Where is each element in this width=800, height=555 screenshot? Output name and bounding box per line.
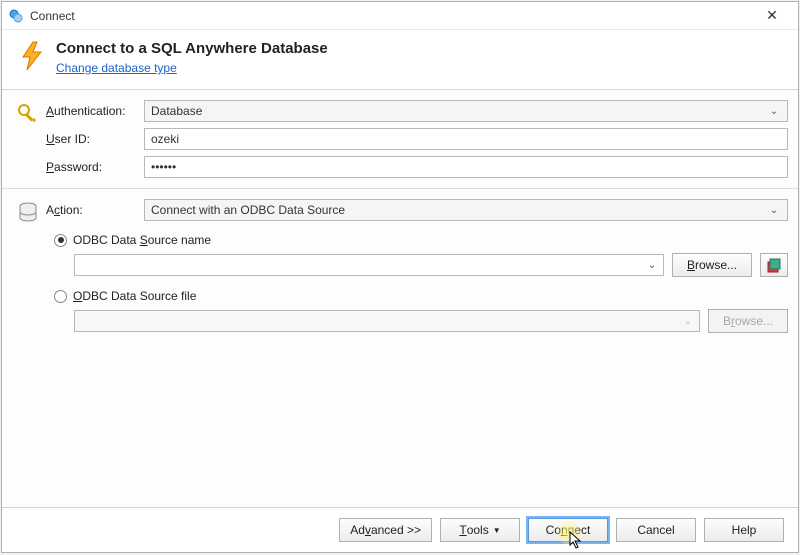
cancel-button[interactable]: Cancel	[616, 518, 696, 542]
chevron-down-icon: ⌄	[767, 106, 781, 117]
dialog-footer: Advanced >> Tools▼ Connect Cancel Help	[2, 507, 798, 552]
connect-button[interactable]: Connect	[528, 518, 608, 542]
userid-input[interactable]	[144, 128, 788, 150]
authentication-select[interactable]: Database ⌄	[144, 100, 788, 122]
odbc-name-radio-label: ODBC Data Source name	[73, 233, 211, 247]
odbc-name-radio-row[interactable]: ODBC Data Source name	[54, 233, 788, 247]
connect-dialog: Connect ✕ Connect to a SQL Anywhere Data…	[1, 1, 799, 553]
odbc-file-radio-row[interactable]: ODBC Data Source file	[54, 289, 788, 303]
action-section: Action: Connect with an ODBC Data Source…	[2, 188, 798, 343]
action-label: Action:	[44, 203, 144, 217]
password-input[interactable]: ••••••	[144, 156, 788, 178]
dialog-body: Authentication: Database ⌄ User ID: Pass…	[2, 90, 798, 507]
advanced-button[interactable]: Advanced >>	[339, 518, 432, 542]
close-button[interactable]: ✕	[752, 4, 792, 28]
dialog-header: Connect to a SQL Anywhere Database Chang…	[2, 30, 798, 90]
app-icon	[8, 8, 24, 24]
authentication-label: Authentication:	[44, 104, 144, 118]
key-icon	[12, 100, 44, 178]
authentication-value: Database	[151, 104, 202, 118]
lightning-icon	[16, 40, 48, 72]
userid-label: User ID:	[44, 132, 144, 146]
password-label: Password:	[44, 160, 144, 174]
header-text: Connect to a SQL Anywhere Database Chang…	[56, 40, 328, 75]
odbc-file-combo: ⌄	[74, 310, 700, 332]
odbc-name-combo[interactable]: ⌄	[74, 254, 664, 276]
browse-name-button[interactable]: Browse...	[672, 253, 752, 277]
action-value: Connect with an ODBC Data Source	[151, 203, 345, 217]
change-db-type-link[interactable]: Change database type	[56, 61, 177, 75]
action-select[interactable]: Connect with an ODBC Data Source ⌄	[144, 199, 788, 221]
odbc-admin-button[interactable]	[760, 253, 788, 277]
chevron-down-icon: ⌄	[681, 316, 695, 327]
chevron-down-icon: ⌄	[767, 205, 781, 216]
tools-button[interactable]: Tools▼	[440, 518, 520, 542]
chevron-down-icon: ⌄	[645, 260, 659, 271]
odbc-file-radio[interactable]	[54, 290, 67, 303]
help-button[interactable]: Help	[704, 518, 784, 542]
authentication-section: Authentication: Database ⌄ User ID: Pass…	[2, 90, 798, 188]
browse-file-button: Browse...	[708, 309, 788, 333]
window-title: Connect	[30, 9, 752, 23]
odbc-name-radio[interactable]	[54, 234, 67, 247]
odbc-radio-group: ODBC Data Source name ⌄ Browse...	[44, 233, 788, 333]
titlebar: Connect ✕	[2, 2, 798, 30]
database-icon	[12, 199, 44, 333]
odbc-file-radio-label: ODBC Data Source file	[73, 289, 196, 303]
page-title: Connect to a SQL Anywhere Database	[56, 40, 328, 57]
